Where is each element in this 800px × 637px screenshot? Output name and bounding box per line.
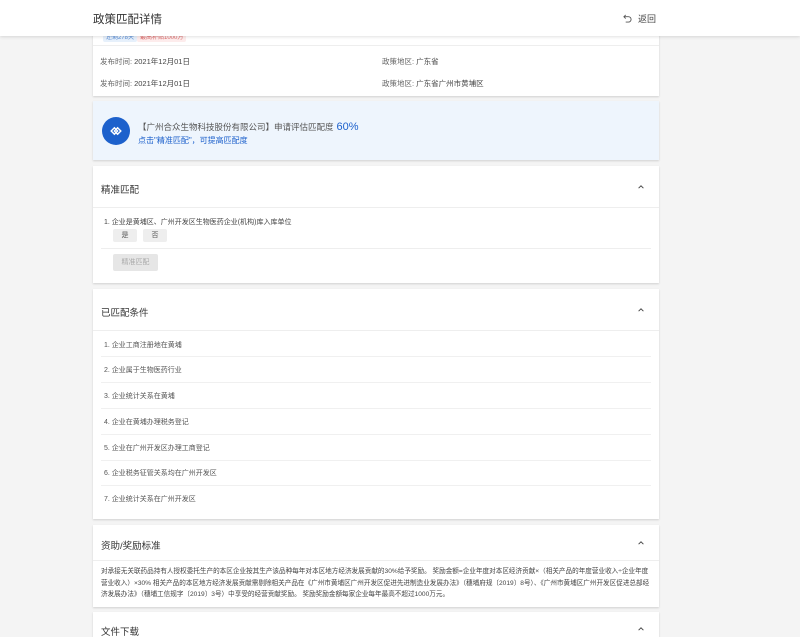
file-download-header[interactable]: 文件下载 xyxy=(93,612,659,637)
reward-standard-section: 资助/奖励标准 对承接无关联药品持有人授权委托生产的本区企业按其生产该品种每年对… xyxy=(93,525,659,607)
section-title: 已匹配条件 xyxy=(101,308,149,319)
link-logo-icon xyxy=(102,117,130,145)
no-option-button[interactable]: 否 xyxy=(143,229,167,242)
undo-icon xyxy=(623,14,632,23)
condition-item: 2. 企业属于生物医药行业 xyxy=(104,367,182,374)
file-download-section: 文件下载 xyxy=(93,612,659,637)
back-label: 返回 xyxy=(638,14,657,24)
precise-match-header[interactable]: 精准匹配 xyxy=(93,166,659,208)
precise-match-button[interactable]: 精准匹配 xyxy=(113,254,158,271)
reward-standard-header[interactable]: 资助/奖励标准 xyxy=(93,525,659,561)
precise-match-section: 精准匹配 1. 企业是黄埔区、广州开发区生物医药企业(机构)库入库单位 是 否 … xyxy=(93,166,659,283)
matched-conditions-header[interactable]: 已匹配条件 xyxy=(93,289,659,331)
page-title: 政策匹配详情 xyxy=(93,14,162,26)
condition-item: 5. 企业在广州开发区办理工商登记 xyxy=(104,445,210,452)
condition-item: 3. 企业统计关系在黄埔 xyxy=(104,393,175,400)
back-button[interactable]: 返回 xyxy=(623,12,656,25)
condition-item: 4. 企业在黄埔办理税务登记 xyxy=(104,419,189,426)
publish-date-row: 发布时间: 2021年12月01日 xyxy=(100,57,190,66)
match-score-text: 【广州合众生物科技股份有限公司】申请评估匹配度 60% xyxy=(138,121,359,133)
top-bar: 政策匹配详情 返回 xyxy=(0,0,800,36)
match-percent: 60% xyxy=(336,121,359,133)
condition-item: 6. 企业税务征管关系均在广州开发区 xyxy=(104,470,217,477)
match-question: 1. 企业是黄埔区、广州开发区生物医药企业(机构)库入库单位 xyxy=(104,219,292,226)
condition-item: 7. 企业统计关系在广州开发区 xyxy=(104,496,196,503)
matched-conditions-section: 已匹配条件 1. 企业工商注册地在黄埔 2. 企业属于生物医药行业 3. 企业统… xyxy=(93,289,659,519)
match-score-card: 【广州合众生物科技股份有限公司】申请评估匹配度 60% 点击"精准匹配"，可提高匹… xyxy=(93,101,659,160)
condition-item: 1. 企业工商注册地在黄埔 xyxy=(104,342,182,349)
section-title: 资助/奖励标准 xyxy=(101,541,161,552)
yes-option-button[interactable]: 是 xyxy=(113,229,137,242)
chevron-up-icon[interactable] xyxy=(637,539,645,547)
section-title: 精准匹配 xyxy=(101,185,140,196)
section-title: 文件下载 xyxy=(101,627,140,637)
reward-description: 对承接无关联药品持有人授权委托生产的本区企业按其生产该品种每年对本区地方经济发展… xyxy=(101,568,650,598)
chevron-up-icon[interactable] xyxy=(637,625,645,633)
policy-region-row-2: 政策地区: 广东省广州市黄埔区 xyxy=(382,79,484,88)
policy-region-row: 政策地区: 广东省 xyxy=(382,57,439,66)
precise-match-hint-link[interactable]: 点击"精准匹配"，可提高匹配度 xyxy=(138,135,248,146)
publish-date-row-2: 发布时间: 2021年12月01日 xyxy=(100,79,190,88)
chevron-up-icon[interactable] xyxy=(637,183,645,191)
chevron-up-icon[interactable] xyxy=(637,306,645,314)
